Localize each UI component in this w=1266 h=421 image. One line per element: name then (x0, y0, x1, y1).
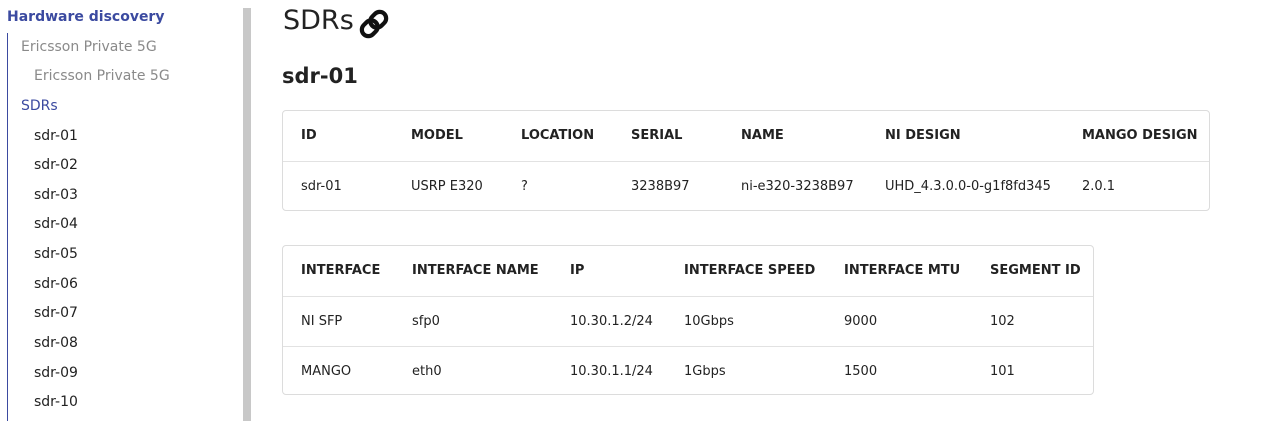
page-title: SDRs (283, 5, 354, 36)
column-header-name: NAME (741, 128, 784, 143)
sidebar-item-sdrs[interactable]: SDRs (21, 98, 58, 114)
column-header-interface-speed: INTERFACE SPEED (684, 263, 816, 278)
cell-interface: NI SFP (301, 314, 343, 329)
cell-interface: MANGO (301, 364, 352, 379)
device-table: ID MODEL LOCATION SERIAL NAME NI DESIGN … (282, 110, 1210, 211)
column-header-location: LOCATION (521, 128, 595, 143)
column-header-model: MODEL (411, 128, 463, 143)
cell-interface-mtu: 1500 (844, 364, 878, 379)
sidebar-item-sdr-02[interactable]: sdr-02 (34, 157, 78, 173)
column-header-segment-id: SEGMENT ID (990, 263, 1081, 278)
table-row: sdr-01 USRP E320 ? 3238B97 ni-e320-3238B… (283, 161, 1209, 211)
cell-serial: 3238B97 (631, 179, 690, 194)
table-row: NI SFP sfp0 10.30.1.2/24 10Gbps 9000 102 (283, 296, 1093, 346)
column-header-ip: IP (570, 263, 585, 278)
sidebar-item-sdr-06[interactable]: sdr-06 (34, 276, 78, 292)
cell-interface-speed: 1Gbps (684, 364, 726, 379)
cell-mango-design: 2.0.1 (1082, 179, 1116, 194)
sidebar-item-sdr-05[interactable]: sdr-05 (34, 246, 78, 262)
sidebar-title[interactable]: Hardware discovery (7, 9, 164, 25)
column-header-interface: INTERFACE (301, 263, 381, 278)
column-header-interface-mtu: INTERFACE MTU (844, 263, 961, 278)
cell-segment-id: 102 (990, 314, 1015, 329)
table-row: MANGO eth0 10.30.1.1/24 1Gbps 1500 101 (283, 346, 1093, 396)
sidebar-item-sdr-08[interactable]: sdr-08 (34, 335, 78, 351)
sidebar-item-sdr-09[interactable]: sdr-09 (34, 365, 78, 381)
column-header-interface-name: INTERFACE NAME (412, 263, 539, 278)
sidebar-tree-line (7, 33, 8, 421)
column-header-id: ID (301, 128, 317, 143)
link-icon[interactable] (357, 7, 391, 41)
sidebar-item-sdr-10[interactable]: sdr-10 (34, 394, 78, 410)
column-header-ni-design: NI DESIGN (885, 128, 961, 143)
cell-id: sdr-01 (301, 179, 342, 194)
sidebar-item-ericsson[interactable]: Ericsson Private 5G (34, 68, 170, 84)
cell-interface-mtu: 9000 (844, 314, 878, 329)
sidebar-item-sdr-03[interactable]: sdr-03 (34, 187, 78, 203)
cell-model: USRP E320 (411, 179, 483, 194)
sidebar-item-sdr-01[interactable]: sdr-01 (34, 128, 78, 144)
column-header-mango-design: MANGO DESIGN (1082, 128, 1198, 143)
cell-ip: 10.30.1.1/24 (570, 364, 653, 379)
cell-interface-speed: 10Gbps (684, 314, 734, 329)
sidebar-item-sdr-04[interactable]: sdr-04 (34, 216, 78, 232)
table-header-row: ID MODEL LOCATION SERIAL NAME NI DESIGN … (283, 111, 1209, 161)
cell-interface-name: eth0 (412, 364, 442, 379)
sidebar-item-sdr-07[interactable]: sdr-07 (34, 305, 78, 321)
cell-location: ? (521, 179, 528, 194)
table-header-row: INTERFACE INTERFACE NAME IP INTERFACE SP… (283, 246, 1093, 296)
cell-interface-name: sfp0 (412, 314, 440, 329)
sidebar-item-ericsson-group[interactable]: Ericsson Private 5G (21, 39, 157, 55)
sidebar: Hardware discovery Ericsson Private 5G E… (0, 0, 244, 421)
interface-table: INTERFACE INTERFACE NAME IP INTERFACE SP… (282, 245, 1094, 395)
column-header-serial: SERIAL (631, 128, 683, 143)
cell-ip: 10.30.1.2/24 (570, 314, 653, 329)
device-title: sdr-01 (282, 64, 358, 88)
cell-name: ni-e320-3238B97 (741, 179, 854, 194)
cell-segment-id: 101 (990, 364, 1015, 379)
sidebar-scrollbar[interactable] (243, 8, 251, 421)
cell-ni-design: UHD_4.3.0.0-0-g1f8fd345 (885, 179, 1051, 194)
